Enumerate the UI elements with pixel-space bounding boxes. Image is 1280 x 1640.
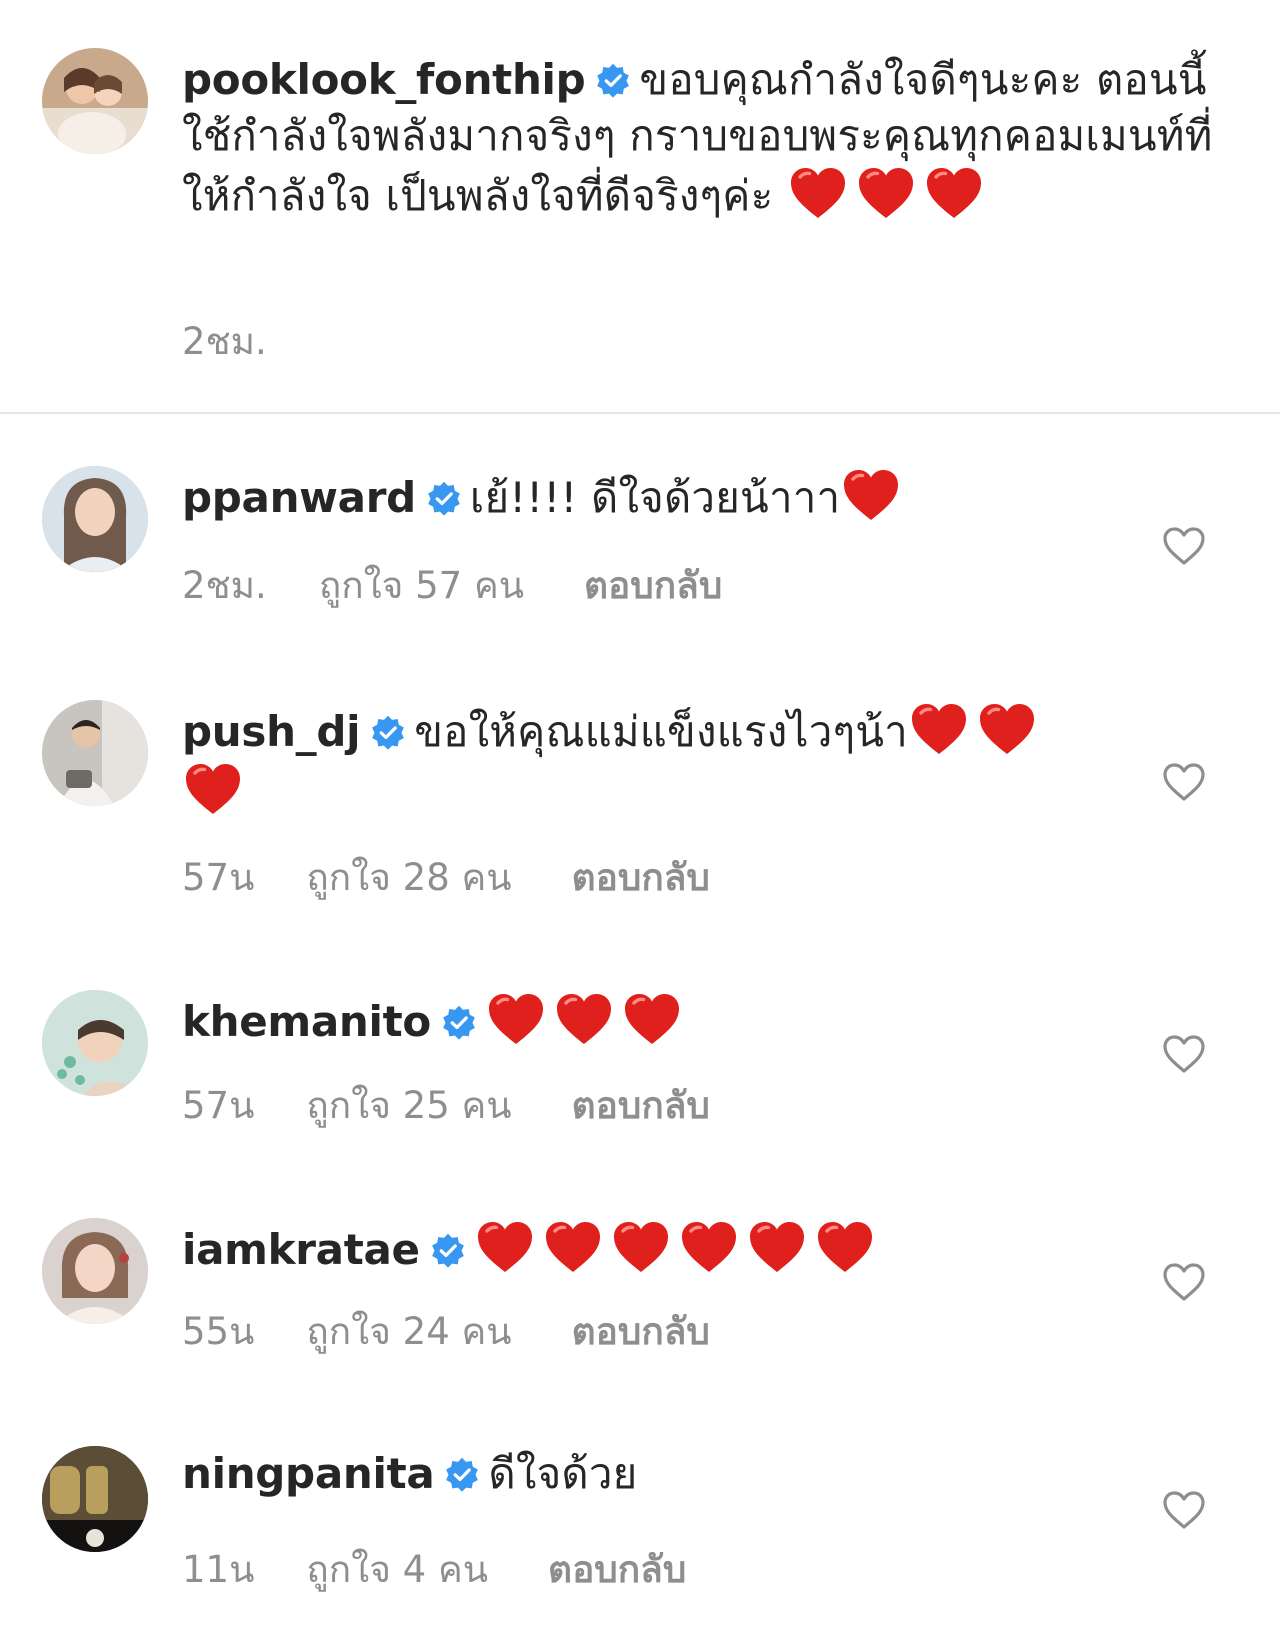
avatar[interactable] xyxy=(42,990,148,1096)
red-heart-emoji-icon xyxy=(182,760,244,818)
comment-body: khemanito xyxy=(182,990,1082,1050)
comment-text: ขอให้คุณแม่แข็งแรงไวๆน้า xyxy=(414,707,908,756)
caption-section: pooklook_fonthip ขอบคุณกำลังใจดีๆนะคะ ตอน… xyxy=(0,0,1280,412)
red-heart-emoji-icon xyxy=(474,1218,536,1276)
red-heart-emoji-icon xyxy=(923,164,985,222)
comment-hearts xyxy=(485,994,689,1046)
comment-body: ppanward เย้!!!! ดีใจด้วยน้าาา xyxy=(182,466,1082,526)
red-heart-emoji-icon xyxy=(840,466,902,524)
caption-body: pooklook_fonthip ขอบคุณกำลังใจดีๆนะคะ ตอน… xyxy=(182,52,1222,224)
comment-text: ดีใจด้วย xyxy=(488,1449,638,1498)
reply-button[interactable]: ตอบกลับ xyxy=(572,1302,710,1361)
avatar[interactable] xyxy=(42,1446,148,1552)
red-heart-emoji-icon xyxy=(976,700,1038,758)
caption-hearts xyxy=(787,168,991,220)
comment-time: 55น xyxy=(182,1310,255,1353)
comment-body: ningpanita ดีใจด้วย xyxy=(182,1446,1082,1502)
reply-button[interactable]: ตอบกลับ xyxy=(584,556,722,615)
red-heart-emoji-icon xyxy=(908,700,970,758)
comment-likes[interactable]: ถูกใจ 4 คน xyxy=(306,1540,488,1599)
comment-likes[interactable]: ถูกใจ 28 คน xyxy=(306,848,511,907)
red-heart-emoji-icon xyxy=(610,1218,672,1276)
comment-time: 57น xyxy=(182,1084,255,1127)
verified-badge-icon xyxy=(444,1456,480,1492)
comment-likes[interactable]: ถูกใจ 24 คน xyxy=(306,1302,511,1361)
red-heart-emoji-icon xyxy=(787,164,849,222)
caption-time: 2ชม. xyxy=(182,320,267,363)
red-heart-emoji-icon xyxy=(814,1218,876,1276)
red-heart-emoji-icon xyxy=(855,164,917,222)
comment-likes[interactable]: ถูกใจ 57 คน xyxy=(319,556,524,615)
caption-username[interactable]: pooklook_fonthip xyxy=(182,55,586,104)
reply-button[interactable]: ตอบกลับ xyxy=(572,1076,710,1135)
heart-outline-icon[interactable] xyxy=(1162,762,1206,802)
comment-body: push_dj ขอให้คุณแม่แข็งแรงไวๆน้า xyxy=(182,700,1082,820)
comment-username[interactable]: push_dj xyxy=(182,707,361,756)
reply-button[interactable]: ตอบกลับ xyxy=(572,848,710,907)
red-heart-emoji-icon xyxy=(746,1218,808,1276)
verified-badge-icon xyxy=(595,62,631,98)
reply-button[interactable]: ตอบกลับ xyxy=(548,1540,686,1599)
comment-hearts xyxy=(474,1222,882,1274)
divider xyxy=(0,412,1280,414)
comment-meta: 57น ถูกใจ 28 คน ตอบกลับ xyxy=(182,848,710,907)
comment-text: เย้!!!! ดีใจด้วยน้าาา xyxy=(469,473,841,522)
verified-badge-icon xyxy=(426,480,462,516)
comment-hearts xyxy=(840,470,908,522)
comment-time: 11น xyxy=(182,1548,255,1591)
avatar[interactable] xyxy=(42,466,148,572)
verified-badge-icon xyxy=(430,1232,466,1268)
heart-outline-icon[interactable] xyxy=(1162,1034,1206,1074)
comment-meta: 2ชม. ถูกใจ 57 คน ตอบกลับ xyxy=(182,556,722,615)
comment-body: iamkratae xyxy=(182,1218,1082,1278)
comment-username[interactable]: ningpanita xyxy=(182,1449,435,1498)
red-heart-emoji-icon xyxy=(621,990,683,1048)
avatar[interactable] xyxy=(42,1218,148,1324)
heart-outline-icon[interactable] xyxy=(1162,1262,1206,1302)
comment-meta: 57น ถูกใจ 25 คน ตอบกลับ xyxy=(182,1076,710,1135)
comment-time: 2ชม. xyxy=(182,564,267,607)
verified-badge-icon xyxy=(441,1004,477,1040)
comment-time: 57น xyxy=(182,856,255,899)
heart-outline-icon[interactable] xyxy=(1162,526,1206,566)
comment-meta: 11น ถูกใจ 4 คน ตอบกลับ xyxy=(182,1540,686,1599)
red-heart-emoji-icon xyxy=(542,1218,604,1276)
comment-username[interactable]: iamkratae xyxy=(182,1225,420,1274)
red-heart-emoji-icon xyxy=(485,990,547,1048)
red-heart-emoji-icon xyxy=(678,1218,740,1276)
heart-outline-icon[interactable] xyxy=(1162,1490,1206,1530)
red-heart-emoji-icon xyxy=(553,990,615,1048)
comment-username[interactable]: ppanward xyxy=(182,473,416,522)
comment-likes[interactable]: ถูกใจ 25 คน xyxy=(306,1076,511,1135)
avatar[interactable] xyxy=(42,700,148,806)
avatar[interactable] xyxy=(42,48,148,154)
comment-username[interactable]: khemanito xyxy=(182,997,431,1046)
caption-meta: 2ชม. xyxy=(182,312,267,371)
verified-badge-icon xyxy=(370,714,406,750)
comment-meta: 55น ถูกใจ 24 คน ตอบกลับ xyxy=(182,1302,710,1361)
